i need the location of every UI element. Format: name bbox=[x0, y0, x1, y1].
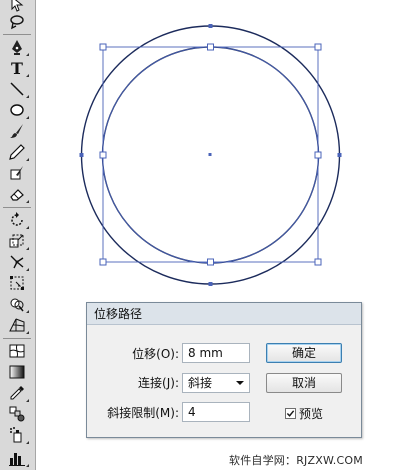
eraser-tool[interactable] bbox=[4, 184, 30, 204]
handle-left[interactable] bbox=[99, 151, 107, 159]
ok-button[interactable]: 确定 bbox=[266, 343, 342, 363]
flyout-indicator bbox=[26, 399, 29, 402]
tool-separator bbox=[3, 34, 31, 35]
rotate-tool[interactable] bbox=[4, 210, 30, 230]
tools-panel: T bbox=[0, 0, 36, 470]
column-graph-icon bbox=[9, 453, 25, 466]
line-tool[interactable] bbox=[4, 79, 30, 99]
flyout-indicator bbox=[26, 331, 29, 334]
eyedropper-icon bbox=[10, 386, 24, 400]
eraser-icon bbox=[10, 189, 24, 201]
gradient-tool[interactable] bbox=[4, 362, 30, 382]
rotate-icon bbox=[11, 212, 23, 226]
shape-builder-icon bbox=[10, 298, 24, 312]
offset-path-dialog: 位移路径 位移(O): 8 mm 连接(J): 斜接 斜接限制(M): 4 确定… bbox=[86, 302, 362, 438]
free-transform-icon bbox=[10, 276, 24, 290]
flyout-indicator bbox=[26, 247, 29, 250]
pencil-tool[interactable] bbox=[4, 142, 30, 162]
flyout-indicator bbox=[26, 268, 29, 271]
join-select-value: 斜接 bbox=[188, 376, 213, 390]
handle-bottom-left[interactable] bbox=[99, 258, 107, 266]
column-graph-tool[interactable] bbox=[4, 448, 30, 468]
chevron-down-icon bbox=[236, 381, 244, 385]
ellipse-tool[interactable] bbox=[4, 100, 30, 120]
handle-bottom[interactable] bbox=[207, 258, 214, 266]
flyout-indicator bbox=[26, 200, 29, 203]
flyout-indicator bbox=[26, 158, 29, 161]
warp-icon bbox=[10, 255, 24, 269]
handle-right[interactable] bbox=[314, 151, 322, 159]
lasso-icon bbox=[10, 15, 24, 30]
free-transform-tool[interactable] bbox=[4, 273, 30, 293]
symbol-sprayer-icon bbox=[10, 427, 22, 443]
handle-top[interactable] bbox=[207, 43, 214, 51]
tool-separator bbox=[3, 207, 31, 208]
join-select[interactable]: 斜接 bbox=[182, 373, 250, 393]
mesh-tool[interactable] bbox=[4, 341, 30, 361]
blend-icon bbox=[9, 406, 25, 422]
gradient-icon bbox=[9, 365, 25, 379]
offset-input[interactable]: 8 mm bbox=[182, 343, 250, 363]
handle-top-right[interactable] bbox=[314, 43, 322, 51]
anchor-point bbox=[79, 153, 84, 157]
pen-tool[interactable] bbox=[4, 37, 30, 57]
flyout-indicator bbox=[26, 310, 29, 313]
blob-brush-tool[interactable] bbox=[4, 163, 30, 183]
miter-limit-label: 斜接限制(M): bbox=[107, 406, 179, 420]
flyout-indicator bbox=[26, 74, 29, 77]
anchor-point bbox=[208, 24, 213, 28]
handle-bottom-right[interactable] bbox=[314, 258, 322, 266]
warp-tool[interactable] bbox=[4, 252, 30, 272]
eyedropper-tool[interactable] bbox=[4, 383, 30, 403]
anchor-point bbox=[208, 282, 213, 286]
miter-limit-input[interactable]: 4 bbox=[182, 402, 250, 422]
watermark-text: 软件自学网：RJZXW.COM bbox=[229, 454, 363, 467]
flyout-indicator bbox=[26, 464, 29, 467]
cancel-button[interactable]: 取消 bbox=[266, 373, 342, 393]
checkmark-icon bbox=[286, 410, 295, 417]
mesh-icon bbox=[9, 344, 25, 358]
preview-label: 预览 bbox=[299, 407, 324, 421]
flyout-indicator bbox=[26, 53, 29, 56]
blob-brush-icon bbox=[10, 166, 23, 180]
flyout-indicator bbox=[26, 226, 29, 229]
preview-checkbox[interactable] bbox=[285, 408, 296, 419]
type-tool[interactable]: T bbox=[4, 58, 30, 78]
tool-separator bbox=[3, 338, 31, 339]
flyout-indicator bbox=[26, 116, 29, 119]
scale-tool[interactable] bbox=[4, 231, 30, 251]
line-segment-icon bbox=[10, 82, 24, 96]
paintbrush-icon bbox=[10, 124, 23, 138]
perspective-grid-tool[interactable] bbox=[4, 315, 30, 335]
shape-builder-tool[interactable] bbox=[4, 294, 30, 314]
ellipse-icon bbox=[10, 104, 24, 116]
pencil-icon bbox=[9, 144, 25, 160]
anchor-point bbox=[337, 153, 342, 157]
perspective-grid-icon bbox=[9, 318, 25, 332]
dialog-title: 位移路径 bbox=[87, 303, 361, 325]
symbol-sprayer-tool[interactable] bbox=[4, 425, 30, 445]
scale-icon bbox=[9, 234, 24, 248]
flyout-indicator bbox=[26, 441, 29, 444]
center-point bbox=[208, 153, 212, 156]
offset-label: 位移(O): bbox=[132, 347, 179, 361]
handle-top-left[interactable] bbox=[99, 43, 107, 51]
join-label: 连接(J): bbox=[138, 376, 179, 390]
type-icon: T bbox=[11, 58, 23, 78]
pen-icon bbox=[12, 40, 22, 55]
flyout-indicator bbox=[26, 95, 29, 98]
blend-tool[interactable] bbox=[4, 404, 30, 424]
lasso-tool[interactable] bbox=[4, 12, 30, 32]
paintbrush-tool[interactable] bbox=[4, 121, 30, 141]
